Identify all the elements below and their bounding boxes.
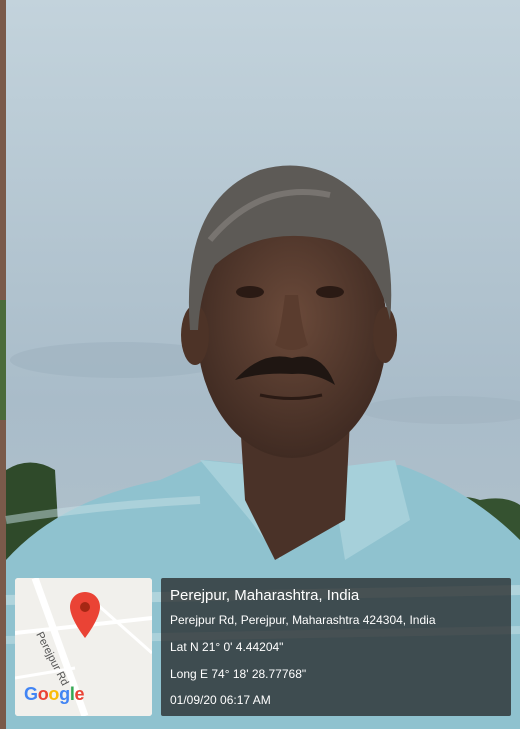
google-logo-letter: o <box>48 684 60 704</box>
google-logo-letter: o <box>37 684 49 704</box>
google-logo-letter: e <box>74 684 85 704</box>
latitude-line: Lat N 21° 0' 4.44204" <box>170 640 284 654</box>
longitude-line: Long E 74° 18' 28.77768" <box>170 667 307 681</box>
google-logo-letter: G <box>24 684 38 704</box>
google-logo: Google <box>24 684 85 705</box>
address-line: Perejpur Rd, Perejpur, Maharashtra 42430… <box>170 613 436 627</box>
datetime-line: 01/09/20 06:17 AM <box>170 693 271 707</box>
location-pin-icon <box>70 592 100 638</box>
location-info-panel: Perejpur, Maharashtra, India Perejpur Rd… <box>161 578 511 716</box>
google-logo-letter: g <box>59 684 70 704</box>
place-name: Perejpur, Maharashtra, India <box>170 587 360 604</box>
